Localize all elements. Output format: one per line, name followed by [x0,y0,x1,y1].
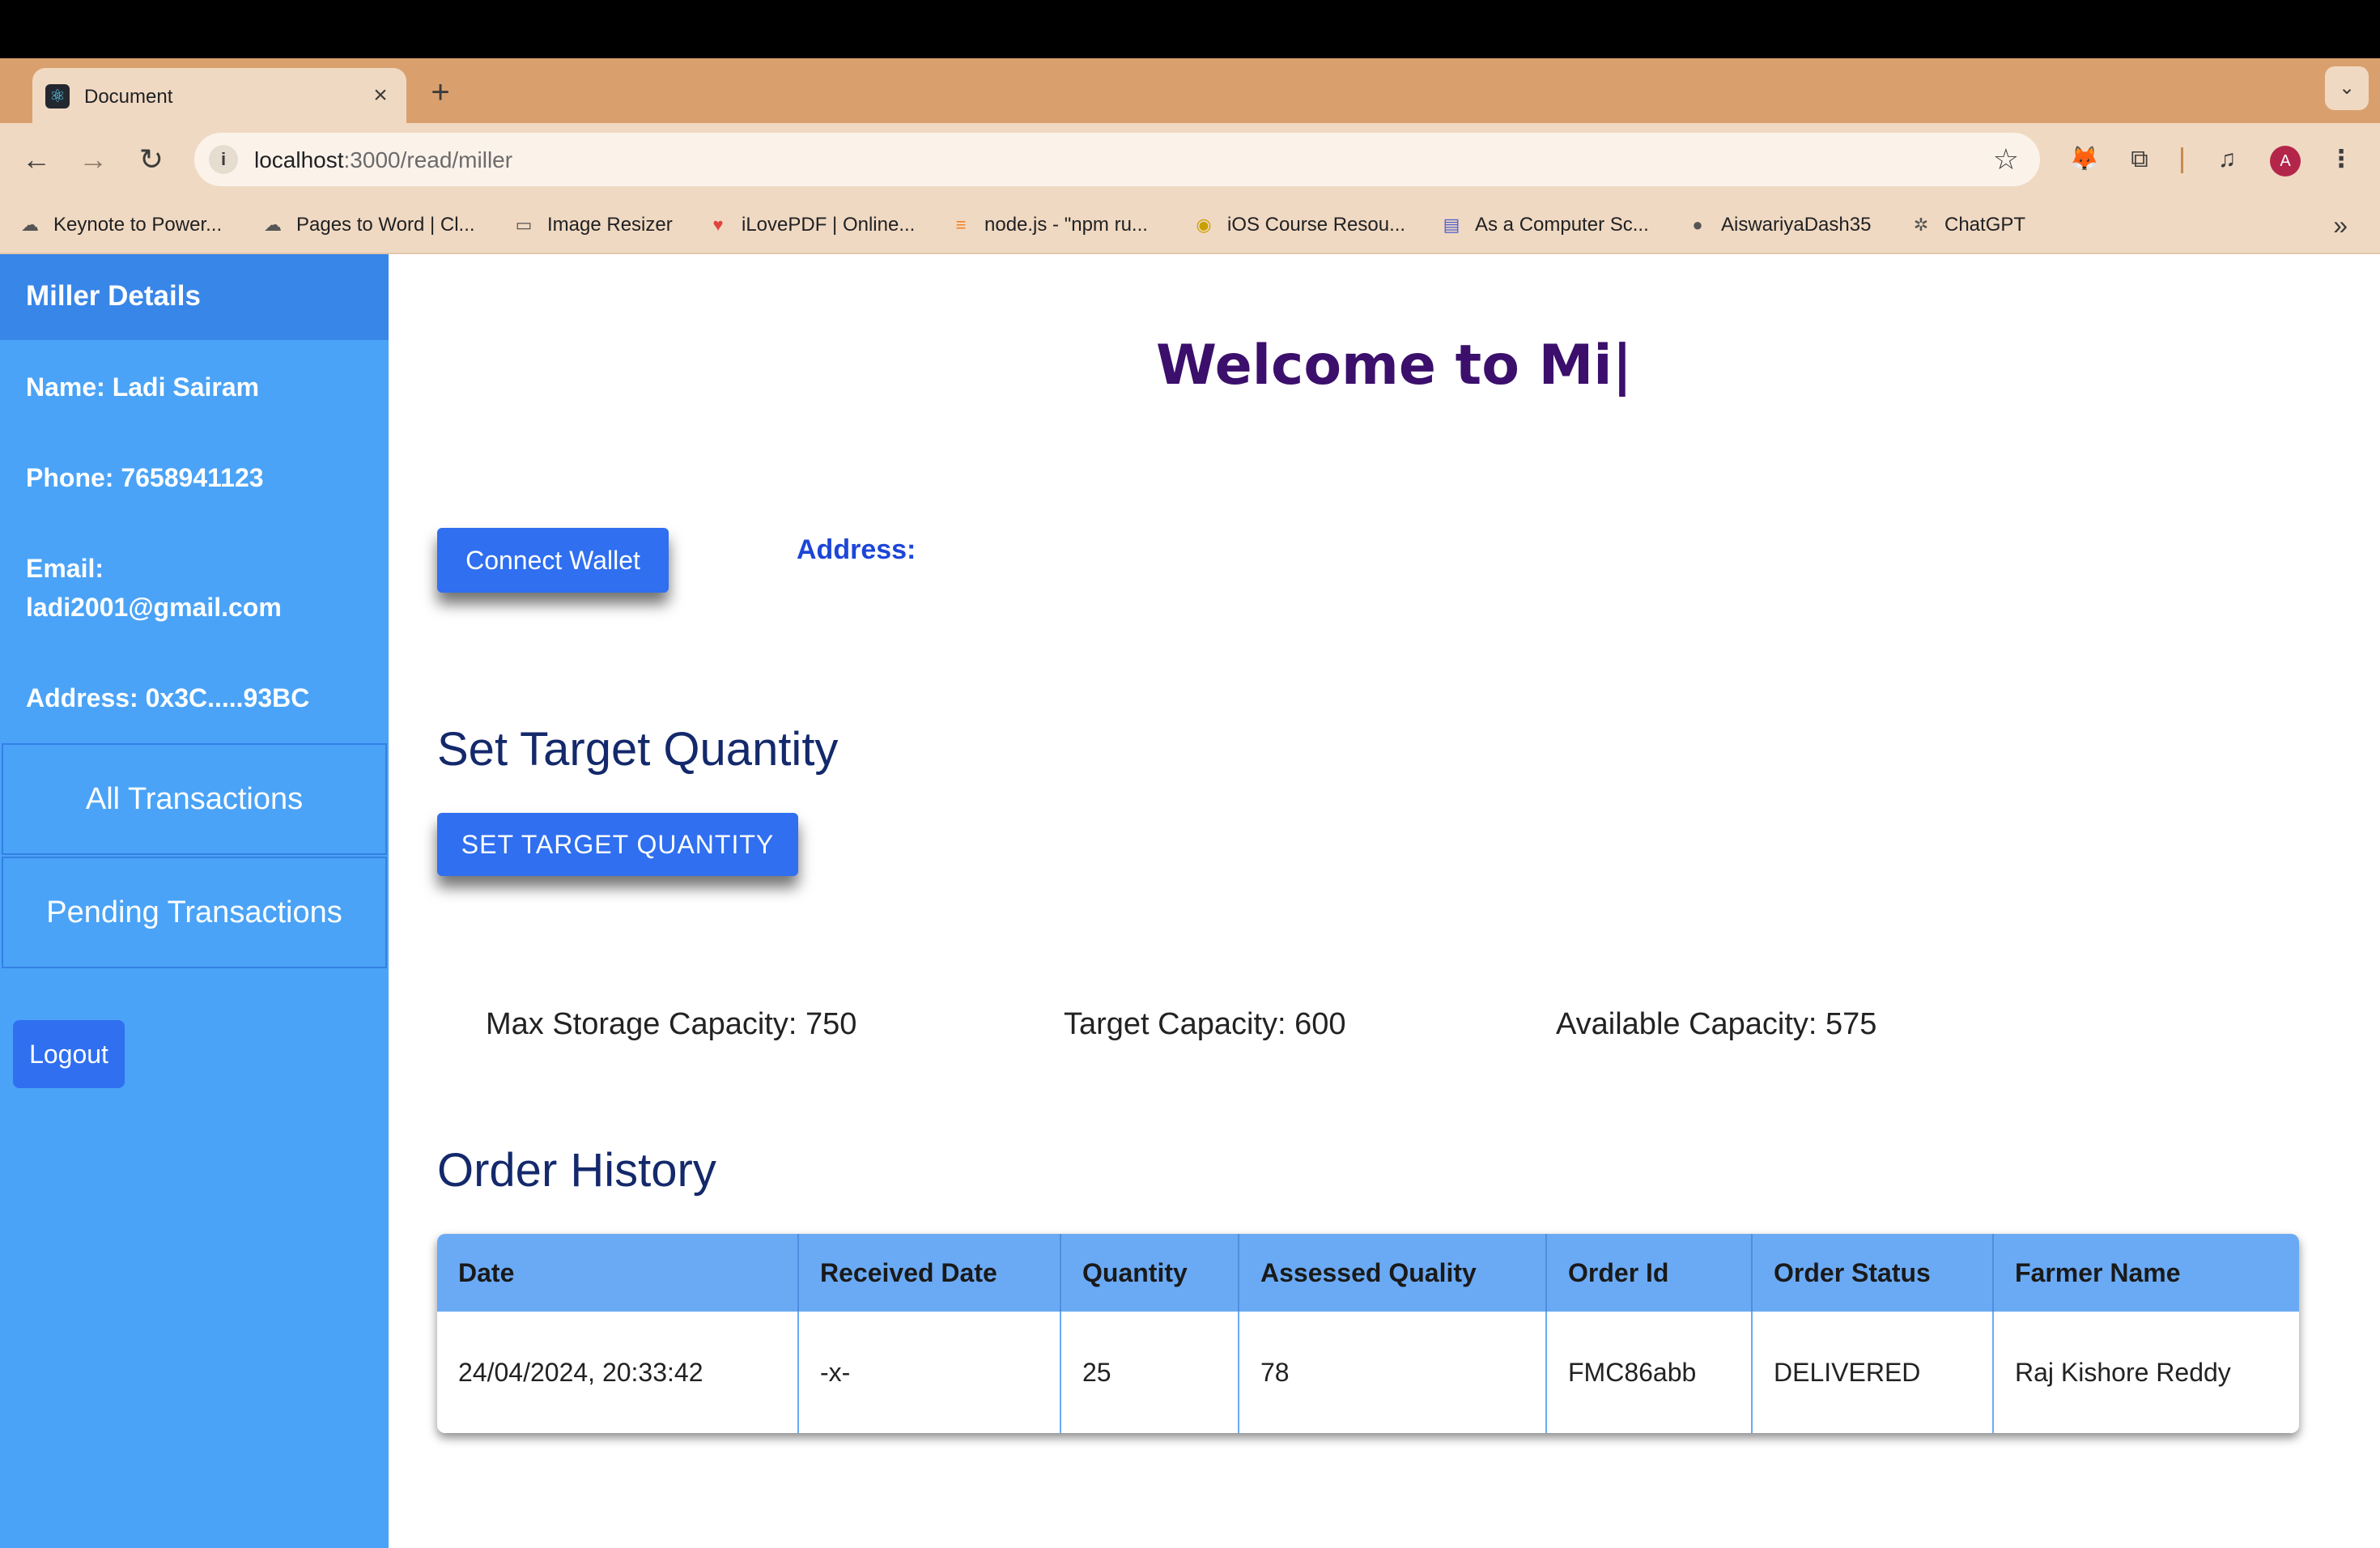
media-control-icon[interactable]: ♫ [2208,141,2246,178]
order-history-table: Date Received Date Quantity Assessed Qua… [437,1234,2299,1433]
sidebar-title: Miller Details [0,254,389,340]
reload-icon[interactable]: ↻ [131,139,172,180]
order-history-heading: Order History [437,1144,716,1197]
cell-received-date: -x- [798,1312,1061,1433]
target-capacity: Target Capacity: 600 [1064,1007,1346,1041]
back-arrow-icon[interactable]: ← [16,139,57,180]
wallet-address-label: Address: [797,534,916,565]
cell-quantity: 25 [1060,1312,1239,1433]
table-header-row: Date Received Date Quantity Assessed Qua… [437,1234,2299,1312]
column-header: Quantity [1060,1234,1239,1312]
cell-assessed-quality: 78 [1239,1312,1547,1433]
course-icon: ◉ [1196,215,1212,235]
toolbar-divider [2181,147,2183,173]
column-header: Date [437,1234,799,1312]
miller-address: Address: 0x3C.....93BC [26,683,310,712]
column-header: Received Date [798,1234,1061,1312]
new-tab-icon[interactable]: + [423,74,458,110]
bookmark-item[interactable]: ♥ iLovePDF | Online... [706,211,915,240]
forward-arrow-icon[interactable]: → [73,139,113,180]
printer-icon: ▤ [1443,215,1460,235]
browser-tab[interactable]: ⚛ Document × [32,68,406,123]
chatgpt-icon: ✲ [1913,215,1929,235]
os-menu-bar [0,0,2380,58]
image-icon: ▭ [515,215,533,235]
address-bar[interactable]: i localhost:3000/read/miller ☆ [194,133,2040,186]
bookmark-item[interactable]: ▭ Image Resizer [512,211,673,240]
table-row: 24/04/2024, 20:33:42 -x- 25 78 FMC86abb … [437,1312,2299,1433]
available-capacity: Available Capacity: 575 [1556,1007,1877,1041]
bookmark-item[interactable]: ◉ iOS Course Resou... [1192,211,1405,240]
column-header: Farmer Name [1993,1234,2299,1312]
close-icon[interactable]: × [366,81,395,110]
set-target-heading: Set Target Quantity [437,723,839,776]
react-icon: ⚛ [45,84,70,108]
bookmark-item[interactable]: ▤ As a Computer Sc... [1439,211,1649,240]
chevron-down-icon[interactable]: ⌄ [2325,66,2369,110]
star-icon[interactable]: ☆ [1993,142,2019,176]
metamask-fox-icon[interactable]: 🦊 [2066,141,2103,178]
sidebar-item-all-transactions[interactable]: All Transactions [2,743,387,855]
extensions-puzzle-icon[interactable]: ⧉ [2121,141,2158,178]
connect-wallet-button[interactable]: Connect Wallet [437,528,669,593]
cell-order-status: DELIVERED [1752,1312,1994,1433]
avatar[interactable]: A [2270,146,2301,176]
column-header: Assessed Quality [1239,1234,1547,1312]
cell-date: 24/04/2024, 20:33:42 [437,1312,799,1433]
browser-toolbar: ← → ↻ i localhost:3000/read/miller ☆ 🦊 ⧉… [0,123,2380,196]
cloud-icon: ☁ [21,215,39,235]
bookmarks-bar: ☁ Keynote to Power... ☁ Pages to Word | Cl… [0,196,2380,254]
more-menu-icon[interactable]: ⋮ [2325,141,2357,178]
miller-name: Name: Ladi Sairam [26,372,260,402]
cell-farmer-name: Raj Kishore Reddy [1993,1312,2299,1433]
info-icon[interactable]: i [209,145,238,174]
miller-email: Email: ladi2001@gmail.com [26,549,374,627]
bookmark-item[interactable]: ≡ node.js - "npm ru... [949,211,1148,240]
main-content: Welcome to Mi| Connect Wallet Address: S… [389,254,2380,1548]
url-text[interactable]: localhost:3000/read/miller [254,147,512,173]
cell-order-id: FMC86abb [1546,1312,1753,1433]
heart-icon: ♥ [712,215,724,235]
tab-title: Document [84,86,173,108]
column-header: Order Id [1546,1234,1753,1312]
browser-tab-strip: ⚛ Document × + ⌄ [0,58,2380,123]
cloud-icon: ☁ [264,215,282,235]
email-label: Email: [26,554,104,583]
sidebar: Miller Details Name: Ladi Sairam Phone: … [0,254,389,1548]
page-title: Welcome to Mi| [1156,334,1633,398]
sidebar-item-pending-transactions[interactable]: Pending Transactions [2,857,387,968]
logout-button[interactable]: Logout [13,1020,125,1088]
github-icon: ● [1692,215,1703,235]
max-storage-capacity: Max Storage Capacity: 750 [486,1007,857,1041]
email-value: ladi2001@gmail.com [26,593,282,622]
bookmark-item[interactable]: ☁ Pages to Word | Cl... [261,211,475,240]
set-target-quantity-button[interactable]: SET TARGET QUANTITY [437,813,798,876]
bookmark-item[interactable]: ✲ ChatGPT [1909,211,2025,240]
bookmark-item[interactable]: ● AiswariyaDash35 [1685,211,1871,240]
miller-phone: Phone: 7658941123 [26,463,264,492]
bookmark-item[interactable]: ☁ Keynote to Power... [18,211,222,240]
column-header: Order Status [1752,1234,1994,1312]
bookmarks-overflow-icon[interactable]: » [2333,211,2348,240]
stackoverflow-icon: ≡ [955,215,967,235]
